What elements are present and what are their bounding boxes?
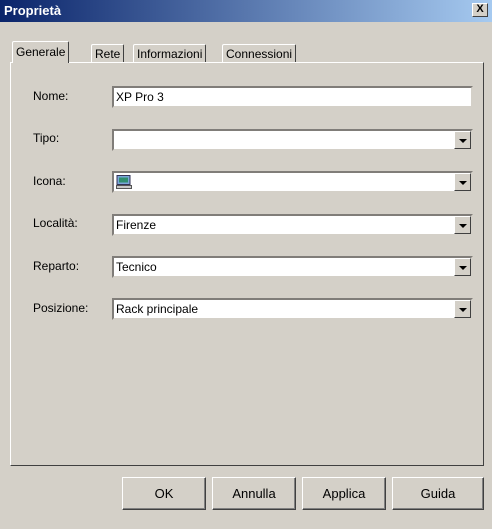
title-bar: Proprietà X: [0, 0, 492, 22]
localita-value: Firenze: [116, 218, 157, 232]
annulla-button[interactable]: Annulla: [212, 477, 296, 510]
tab-informazioni[interactable]: Informazioni: [133, 44, 207, 63]
posizione-label: Posizione:: [33, 301, 89, 315]
tipo-select[interactable]: [112, 129, 473, 151]
chevron-down-icon[interactable]: [454, 216, 471, 234]
chevron-down-icon[interactable]: [454, 300, 471, 318]
window-title: Proprietà: [4, 3, 62, 18]
chevron-down-icon[interactable]: [454, 173, 471, 191]
reparto-label: Reparto:: [33, 259, 80, 273]
reparto-value: Tecnico: [116, 260, 157, 274]
posizione-value: Rack principale: [116, 302, 199, 316]
applica-button[interactable]: Applica: [302, 477, 386, 510]
localita-select[interactable]: Firenze: [112, 214, 473, 236]
ok-button[interactable]: OK: [122, 477, 206, 510]
localita-label: Località:: [33, 216, 78, 230]
nome-input[interactable]: XP Pro 3: [112, 86, 473, 108]
chevron-down-icon[interactable]: [454, 131, 471, 149]
computer-icon: [116, 174, 132, 189]
chevron-down-icon[interactable]: [454, 258, 471, 276]
reparto-select[interactable]: Tecnico: [112, 256, 473, 278]
nome-label: Nome:: [33, 89, 69, 103]
close-button[interactable]: X: [472, 3, 488, 17]
tab-rete[interactable]: Rete: [91, 44, 125, 63]
tab-generale[interactable]: Generale: [12, 41, 70, 63]
icona-label: Icona:: [33, 174, 66, 188]
posizione-select[interactable]: Rack principale: [112, 298, 473, 320]
icona-select[interactable]: [112, 171, 473, 193]
tab-connessioni[interactable]: Connessioni: [222, 44, 297, 63]
guida-button[interactable]: Guida: [392, 477, 484, 510]
nome-value: XP Pro 3: [116, 90, 164, 104]
tipo-label: Tipo:: [33, 131, 60, 145]
